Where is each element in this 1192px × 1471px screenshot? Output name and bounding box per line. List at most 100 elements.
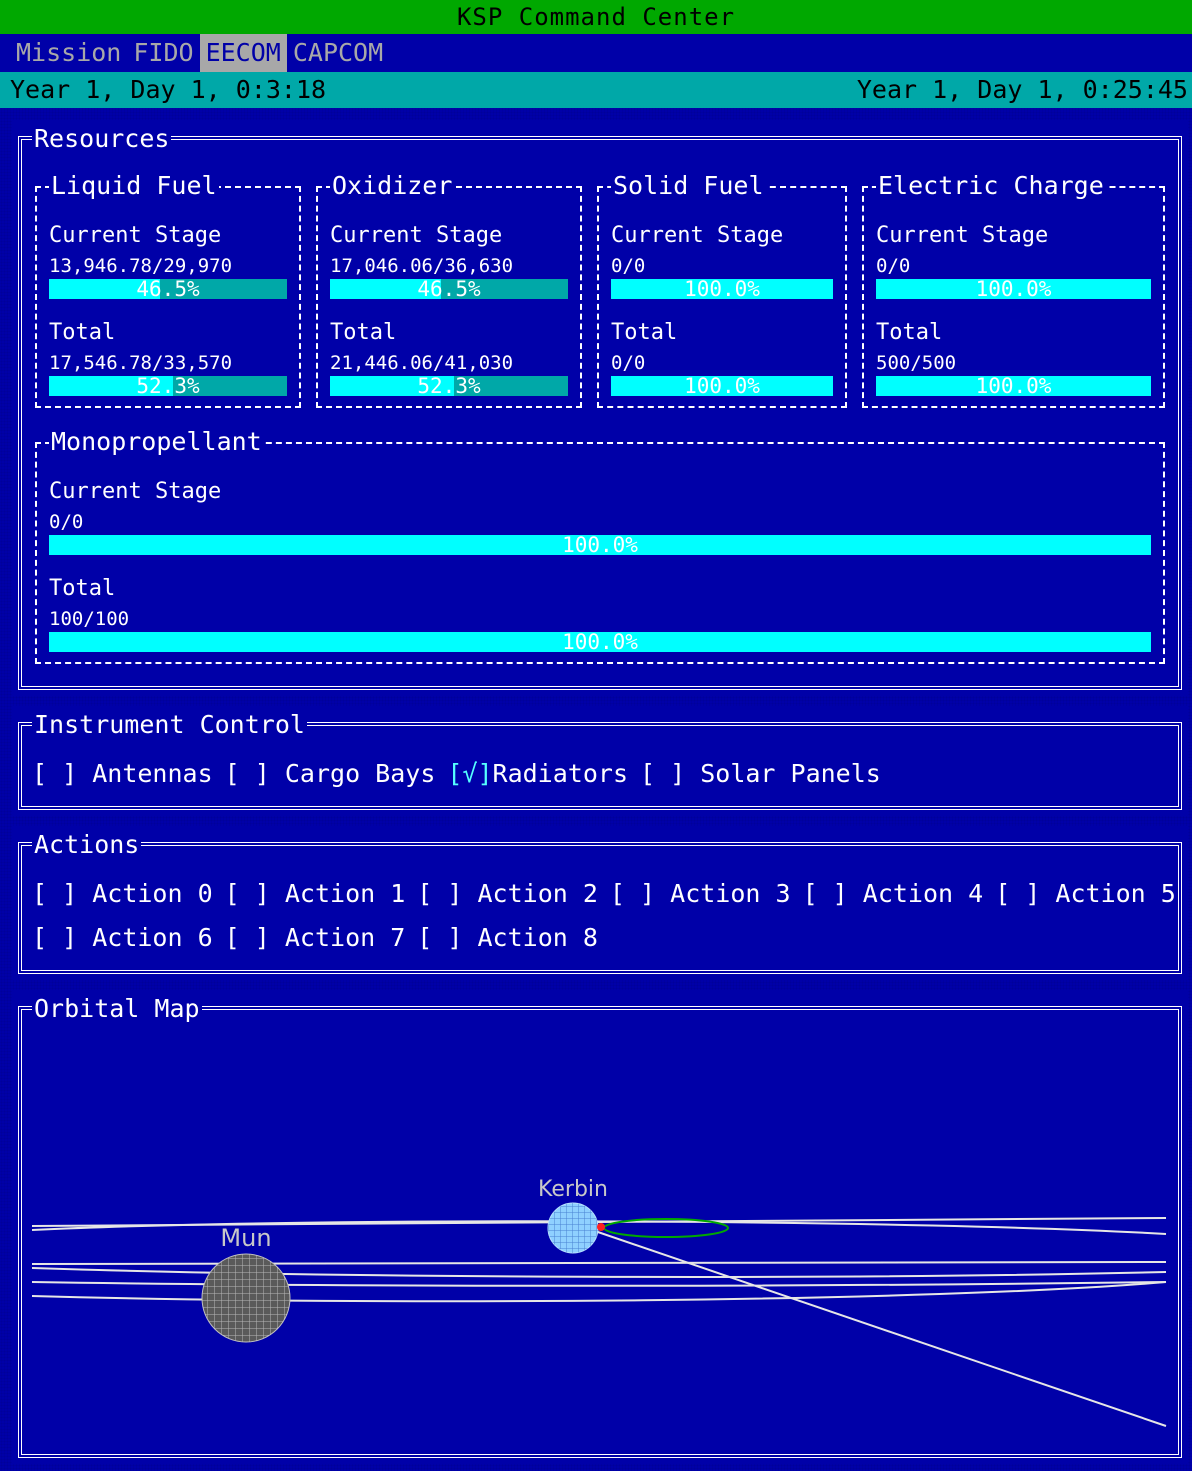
checkbox-label: Antennas [92,759,213,788]
total-label: Total [611,320,678,345]
bar-percent: 100.0% [684,279,760,299]
total-bar: 52.3% [330,376,568,396]
checkbox-label: Action 8 [477,923,598,952]
group-title: Solid Fuel [611,171,766,201]
total-value: 0/0 [611,352,646,374]
action-4-checkbox[interactable]: [ ] Action 4 [803,877,996,911]
current-stage-value: 17,046.06/36,630 [330,255,514,277]
liquid-fuel-group: Liquid Fuel Current Stage 13,946.78/29,9… [35,171,301,408]
bar-percent: 100.0% [562,535,638,555]
total-label: Total [876,320,943,345]
instrument-control-panel: Instrument Control [ ] Antennas[ ] Cargo… [12,706,1188,816]
total-label: Total [330,320,397,345]
current-stage-label: Current Stage [330,223,503,248]
kerbin-label: Kerbin [538,1177,608,1202]
current-stage-value: 13,946.78/29,970 [49,255,233,277]
total-bar: 100.0% [876,376,1151,396]
total-bar: 100.0% [611,376,833,396]
checkbox-label: Cargo Bays [284,759,436,788]
checkbox-box: [ ] [417,923,463,952]
orbital-map-panel: Orbital Map Kerbin Mun [12,990,1188,1464]
menu-item-capcom[interactable]: CAPCOM [287,34,389,72]
universal-time: Year 1, Day 1, 0:25:45 [856,75,1188,104]
checkbox-box: [ ] [417,879,463,908]
actions-panel: Actions [ ] Action 0[ ] Action 1[ ] Acti… [12,826,1188,980]
current-stage-bar: 100.0% [876,279,1151,299]
checkbox-label: Action 6 [92,923,213,952]
group-title: Liquid Fuel [49,171,219,201]
mission-time: Year 1, Day 1, 0:3:18 [10,75,327,104]
checkbox-box: [ ] [640,759,686,788]
bar-percent: 100.0% [975,279,1052,299]
solar-panels-checkbox[interactable]: [ ] Solar Panels [640,757,893,791]
checkbox-label: Action 7 [284,923,406,952]
kerbin-grid [548,1203,598,1253]
current-stage-bar: 100.0% [611,279,833,299]
cargo-bays-checkbox[interactable]: [ ] Cargo Bays [225,757,448,791]
current-stage-bar: 46.5% [330,279,568,299]
total-value: 21,446.06/41,030 [330,352,514,374]
current-stage-label: Current Stage [611,223,784,248]
current-stage-value: 0/0 [876,255,911,277]
checkbox-box: [ ] [224,759,270,788]
resources-title: Resources [32,124,172,154]
app-title: KSP Command Center [456,3,736,31]
checkbox-box: [ ] [995,879,1041,908]
action-0-checkbox[interactable]: [ ] Action 0 [32,877,225,911]
orbit-lines [32,1217,1167,1427]
current-stage-label: Current Stage [49,479,222,504]
action-8-checkbox[interactable]: [ ] Action 8 [417,921,610,955]
checkbox-box: [ ] [224,879,270,908]
electric-charge-group: Electric Charge Current Stage 0/0 100.0%… [862,171,1165,408]
total-value: 500/500 [876,352,957,374]
action-2-checkbox[interactable]: [ ] Action 2 [417,877,610,911]
mun-label: Mun [220,1224,271,1252]
checkbox-box: [ ] [32,923,78,952]
checkbox-box: [ ] [609,879,656,908]
checkbox-label: Solar Panels [700,759,881,788]
checkbox-box: [ ] [802,879,848,908]
monopropellant-group: Monopropellant Current Stage 0/0 100.0% … [35,427,1165,664]
total-bar: 52.3% [49,376,287,396]
menu-item-mission[interactable]: Mission [10,34,127,72]
action-7-checkbox[interactable]: [ ] Action 7 [225,921,418,955]
resources-panel: Resources Liquid Fuel Current Stage 13,9… [12,120,1188,696]
bar-percent: 100.0% [684,376,760,396]
bar-percent: 46.5% [417,279,481,299]
radiators-checkbox[interactable]: [√]Radiators [447,757,640,791]
instrument-row: [ ] Antennas[ ] Cargo Bays [√]Radiators[ … [32,757,893,791]
vessel-marker-icon[interactable] [597,1223,605,1231]
current-stage-value: 0/0 [49,511,84,533]
action-1-checkbox[interactable]: [ ] Action 1 [225,877,418,911]
bar-percent: 52.3% [136,376,200,396]
actions-row-2: [ ] Action 6[ ] Action 7[ ] Action 8 [32,921,610,955]
action-3-checkbox[interactable]: [ ] Action 3 [610,877,803,911]
oxidizer-group: Oxidizer Current Stage 17,046.06/36,630 … [316,171,582,408]
bar-percent: 100.0% [975,376,1052,396]
checkbox-label: Action 4 [862,879,984,908]
orbital-map-canvas[interactable]: Kerbin Mun [32,1020,1168,1448]
current-stage-bar: 100.0% [49,535,1151,555]
menu-item-eecom[interactable]: EECOM [199,34,287,72]
checkbox-box: [ ] [32,759,78,788]
checkbox-label: Action 0 [92,879,213,908]
total-value: 100/100 [49,608,130,630]
antennas-checkbox[interactable]: [ ] Antennas [32,757,225,791]
instrument-control-title: Instrument Control [32,710,307,740]
checkbox-label: Radiators [492,759,628,788]
current-stage-value: 0/0 [611,255,646,277]
actions-row-1: [ ] Action 0[ ] Action 1[ ] Action 2[ ] … [32,877,1188,911]
checkbox-box: [ ] [32,879,78,908]
total-label: Total [49,320,116,345]
group-title: Electric Charge [876,171,1106,201]
solid-fuel-group: Solid Fuel Current Stage 0/0 100.0% Tota… [597,171,847,408]
menu-item-fido[interactable]: FIDO [127,34,199,72]
app-title-bar: KSP Command Center [0,0,1192,34]
action-6-checkbox[interactable]: [ ] Action 6 [32,921,225,955]
bar-percent: 52.3% [417,376,481,396]
action-5-checkbox[interactable]: [ ] Action 5 [995,877,1188,911]
current-stage-label: Current Stage [49,223,222,248]
status-bar: Year 1, Day 1, 0:3:18 Year 1, Day 1, 0:2… [0,72,1192,108]
checkbox-label: Action 1 [284,879,406,908]
group-title: Monopropellant [49,427,264,457]
